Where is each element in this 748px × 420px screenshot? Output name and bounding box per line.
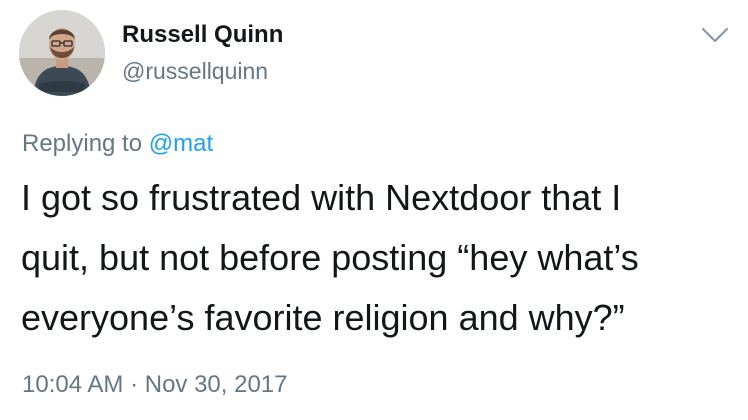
- reply-context-prefix: Replying to: [22, 130, 149, 157]
- tweet-text: I got so frustrated with Nextdoor that I…: [21, 177, 639, 338]
- timestamp-time: 10:04 AM: [22, 371, 124, 398]
- user-avatar-icon: [19, 10, 105, 96]
- tweet-card: Russell Quinn @russellquinn Replying to …: [0, 0, 748, 420]
- author-display-name[interactable]: Russell Quinn: [122, 21, 283, 49]
- avatar[interactable]: [19, 10, 105, 96]
- reply-context: Replying to @mat: [22, 130, 213, 158]
- author-handle[interactable]: @russellquinn: [122, 58, 268, 85]
- chevron-down-icon[interactable]: [700, 24, 730, 46]
- timestamp-separator: ·: [123, 371, 145, 398]
- timestamp-date: Nov 30, 2017: [144, 371, 288, 398]
- reply-mention-link[interactable]: @mat: [149, 130, 213, 157]
- tweet-timestamp[interactable]: 10:04 AM · Nov 30, 2017: [22, 371, 288, 399]
